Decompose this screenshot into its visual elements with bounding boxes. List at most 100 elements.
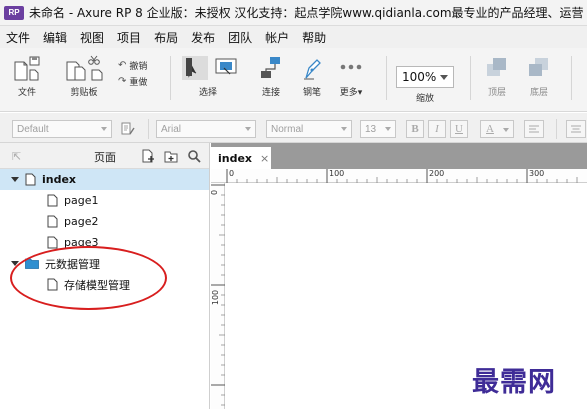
page-icon bbox=[47, 215, 58, 228]
menu-account[interactable]: 帐户 bbox=[265, 29, 289, 46]
horizontal-ruler: 0 100 200 300 bbox=[211, 169, 587, 183]
more-tools-group[interactable]: 更多▾ bbox=[338, 54, 364, 98]
font-size-select[interactable]: 13 bbox=[360, 120, 396, 138]
pages-panel-title: 页面 bbox=[94, 151, 116, 164]
bold-button[interactable]: B bbox=[406, 120, 424, 138]
tree-folder-metadata[interactable]: 元数据管理 bbox=[0, 253, 209, 274]
file-group[interactable]: 文件 bbox=[12, 54, 42, 98]
menu-project[interactable]: 项目 bbox=[117, 29, 141, 46]
folder-icon bbox=[25, 258, 39, 269]
menu-edit[interactable]: 编辑 bbox=[43, 29, 67, 46]
page-icon bbox=[47, 236, 58, 249]
page-icon bbox=[47, 194, 58, 207]
style-value: Default bbox=[17, 123, 49, 135]
chevron-down-icon bbox=[385, 127, 391, 131]
font-color-button[interactable]: A bbox=[480, 120, 514, 138]
undo-icon: ↶ bbox=[118, 60, 127, 71]
redo-label: 重做 bbox=[129, 78, 148, 88]
menu-view[interactable]: 视图 bbox=[80, 29, 104, 46]
undo-label: 撤销 bbox=[129, 62, 148, 72]
bring-to-front-group[interactable]: 顶层 bbox=[484, 54, 510, 98]
connect-tool-group[interactable]: 连接 bbox=[258, 54, 284, 98]
pen-icon bbox=[304, 59, 321, 80]
close-icon[interactable]: × bbox=[260, 152, 269, 165]
add-page-icon[interactable] bbox=[140, 148, 156, 164]
add-folder-icon[interactable] bbox=[163, 148, 179, 164]
file-icon bbox=[14, 56, 40, 81]
pages-panel-header: ⇱ 页面 bbox=[0, 143, 209, 169]
font-weight-select[interactable]: Normal bbox=[266, 120, 352, 138]
tree-item-page3[interactable]: page3 bbox=[0, 232, 209, 253]
redo-button[interactable]: ↷ 重做 bbox=[118, 75, 147, 88]
bring-to-front-icon bbox=[487, 58, 506, 76]
tree-item-storage-model[interactable]: 存储模型管理 bbox=[0, 274, 209, 295]
tree-item-page1[interactable]: page1 bbox=[0, 190, 209, 211]
page-icon bbox=[25, 173, 36, 186]
expand-toggle-icon[interactable] bbox=[11, 261, 19, 266]
ruler-label: 100 bbox=[211, 289, 221, 306]
toolbar-separator bbox=[170, 56, 171, 100]
clipboard-group[interactable]: 剪贴板 bbox=[64, 54, 104, 98]
watermark-logo: 最需网 bbox=[472, 367, 556, 398]
vertical-ruler: 0 100 bbox=[210, 183, 225, 409]
align-center-icon bbox=[571, 125, 581, 133]
menu-arrange[interactable]: 布局 bbox=[154, 29, 178, 46]
page-tab-strip: index × bbox=[211, 143, 587, 169]
align-left-icon bbox=[529, 125, 539, 133]
ruler-label: 200 bbox=[429, 169, 445, 178]
file-label: 文件 bbox=[17, 88, 36, 98]
pen-tool-group[interactable]: 钢笔 bbox=[300, 54, 324, 98]
style-select[interactable]: Default bbox=[12, 120, 112, 138]
bottom-label: 底层 bbox=[529, 88, 548, 98]
ruler-label: 0 bbox=[229, 169, 235, 178]
font-value: Arial bbox=[161, 123, 182, 135]
toolbar-separator bbox=[571, 56, 572, 100]
italic-button[interactable]: I bbox=[428, 120, 446, 138]
send-to-back-group[interactable]: 底层 bbox=[526, 54, 552, 98]
tab-index[interactable]: index × bbox=[211, 147, 271, 169]
format-painter-icon[interactable] bbox=[120, 122, 136, 136]
tree-item-label: index bbox=[42, 173, 77, 186]
tree-item-label: page2 bbox=[64, 215, 99, 228]
zoom-value: 100% bbox=[402, 70, 437, 84]
chevron-down-icon bbox=[341, 127, 347, 131]
clipboard-label: 剪贴板 bbox=[70, 88, 98, 98]
collapse-panel-icon[interactable]: ⇱ bbox=[12, 150, 21, 163]
select-tool-group[interactable]: 选择 bbox=[180, 54, 242, 98]
menu-file[interactable]: 文件 bbox=[6, 29, 30, 46]
underline-button[interactable]: U bbox=[450, 120, 468, 138]
chevron-down-icon bbox=[503, 128, 509, 132]
connector-icon bbox=[261, 57, 280, 78]
align-center-button[interactable] bbox=[566, 120, 586, 138]
tree-item-label: page3 bbox=[64, 236, 99, 249]
title-bar: RP 未命名 - Axure RP 8 企业版：未授权 汉化支持：起点学院www… bbox=[0, 0, 587, 26]
window-title: 未命名 - Axure RP 8 企业版：未授权 汉化支持：起点学院www.qi… bbox=[29, 6, 584, 20]
menu-publish[interactable]: 发布 bbox=[191, 29, 215, 46]
undo-button[interactable]: ↶ 撤销 bbox=[118, 59, 147, 72]
font-family-select[interactable]: Arial bbox=[156, 120, 256, 138]
more-dots-icon bbox=[340, 64, 362, 70]
ruler-label: 300 bbox=[529, 169, 545, 178]
zoom-label: 缩放 bbox=[416, 94, 435, 104]
ruler-label: 0 bbox=[210, 189, 220, 196]
tree-item-label: 元数据管理 bbox=[45, 257, 100, 271]
align-left-button[interactable] bbox=[524, 120, 544, 138]
top-label: 顶层 bbox=[487, 88, 506, 98]
toolbar-separator bbox=[386, 56, 387, 100]
menu-help[interactable]: 帮助 bbox=[302, 29, 326, 46]
redo-icon: ↷ bbox=[118, 76, 127, 87]
menu-team[interactable]: 团队 bbox=[228, 29, 252, 46]
more-label: 更多▾ bbox=[339, 88, 363, 98]
zoom-select[interactable]: 100% bbox=[396, 66, 454, 88]
tree-item-index[interactable]: index bbox=[0, 169, 209, 190]
chevron-down-icon bbox=[245, 127, 251, 131]
expand-toggle-icon[interactable] bbox=[11, 177, 19, 182]
toolbar-separator bbox=[556, 119, 557, 139]
main-toolbar: 文件 剪贴板 ↶ 撤销 ↷ 重做 选择 连接 钢笔 更多▾ 缩放 顶层 底层 bbox=[0, 48, 587, 112]
connect-label: 连接 bbox=[261, 88, 280, 98]
toolbar-separator bbox=[148, 119, 149, 139]
tree-item-label: 存储模型管理 bbox=[64, 278, 130, 292]
search-icon[interactable] bbox=[186, 148, 202, 164]
chevron-down-icon bbox=[440, 75, 448, 80]
tree-item-page2[interactable]: page2 bbox=[0, 211, 209, 232]
